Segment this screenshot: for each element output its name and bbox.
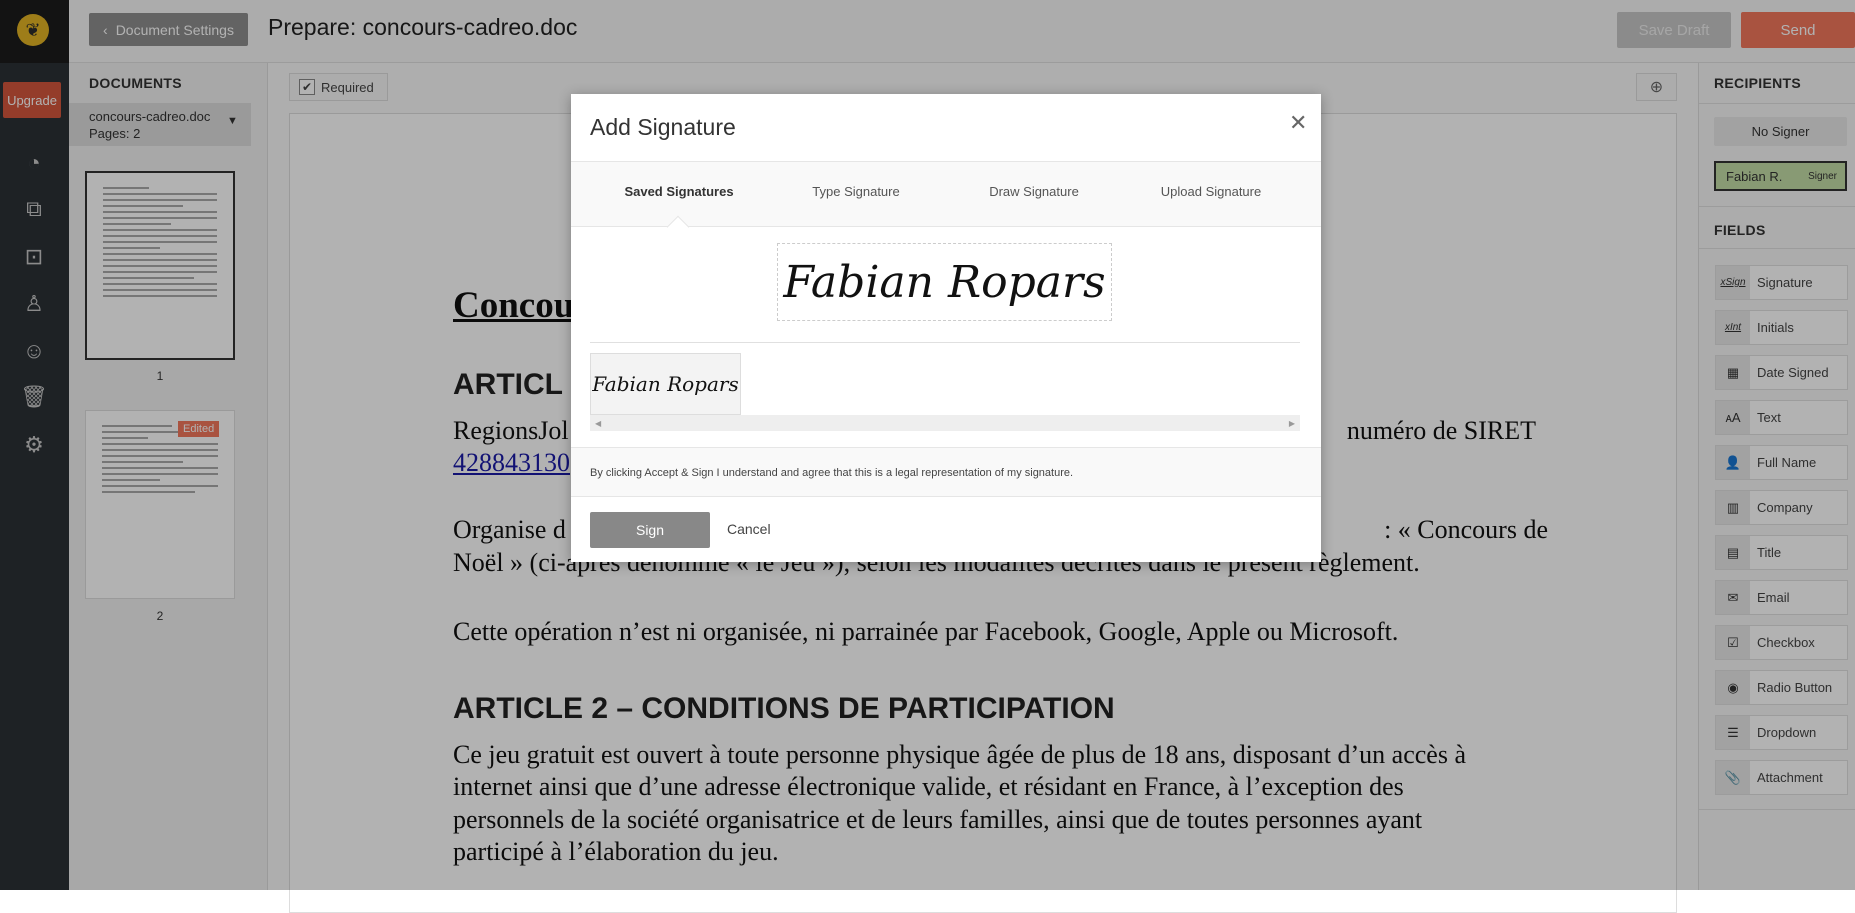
signature-preview: Fabian Ropars	[777, 243, 1112, 321]
signature-tabs: Saved Signatures Type Signature Draw Sig…	[571, 161, 1321, 239]
scroll-left-icon[interactable]: ◀	[595, 419, 601, 428]
modal-title: Add Signature	[590, 114, 736, 140]
add-signature-modal: Add Signature ✕ Saved Signatures Type Si…	[571, 94, 1321, 562]
close-icon[interactable]: ✕	[1289, 110, 1307, 136]
scroll-right-icon[interactable]: ▶	[1289, 419, 1295, 428]
saved-signature-item[interactable]: Fabian Ropars	[590, 353, 741, 415]
tab-upload-signature[interactable]: Upload Signature	[1161, 184, 1261, 199]
legal-disclaimer: By clicking Accept & Sign I understand a…	[571, 447, 1321, 497]
cancel-button[interactable]: Cancel	[727, 521, 771, 537]
tab-type-signature[interactable]: Type Signature	[812, 184, 899, 199]
sign-button[interactable]: Sign	[590, 512, 710, 548]
tab-draw-signature[interactable]: Draw Signature	[989, 184, 1079, 199]
active-tab-caret	[666, 215, 690, 239]
tab-saved-signatures[interactable]: Saved Signatures	[624, 184, 733, 199]
horizontal-scrollbar[interactable]: ◀ ▶	[590, 415, 1300, 431]
